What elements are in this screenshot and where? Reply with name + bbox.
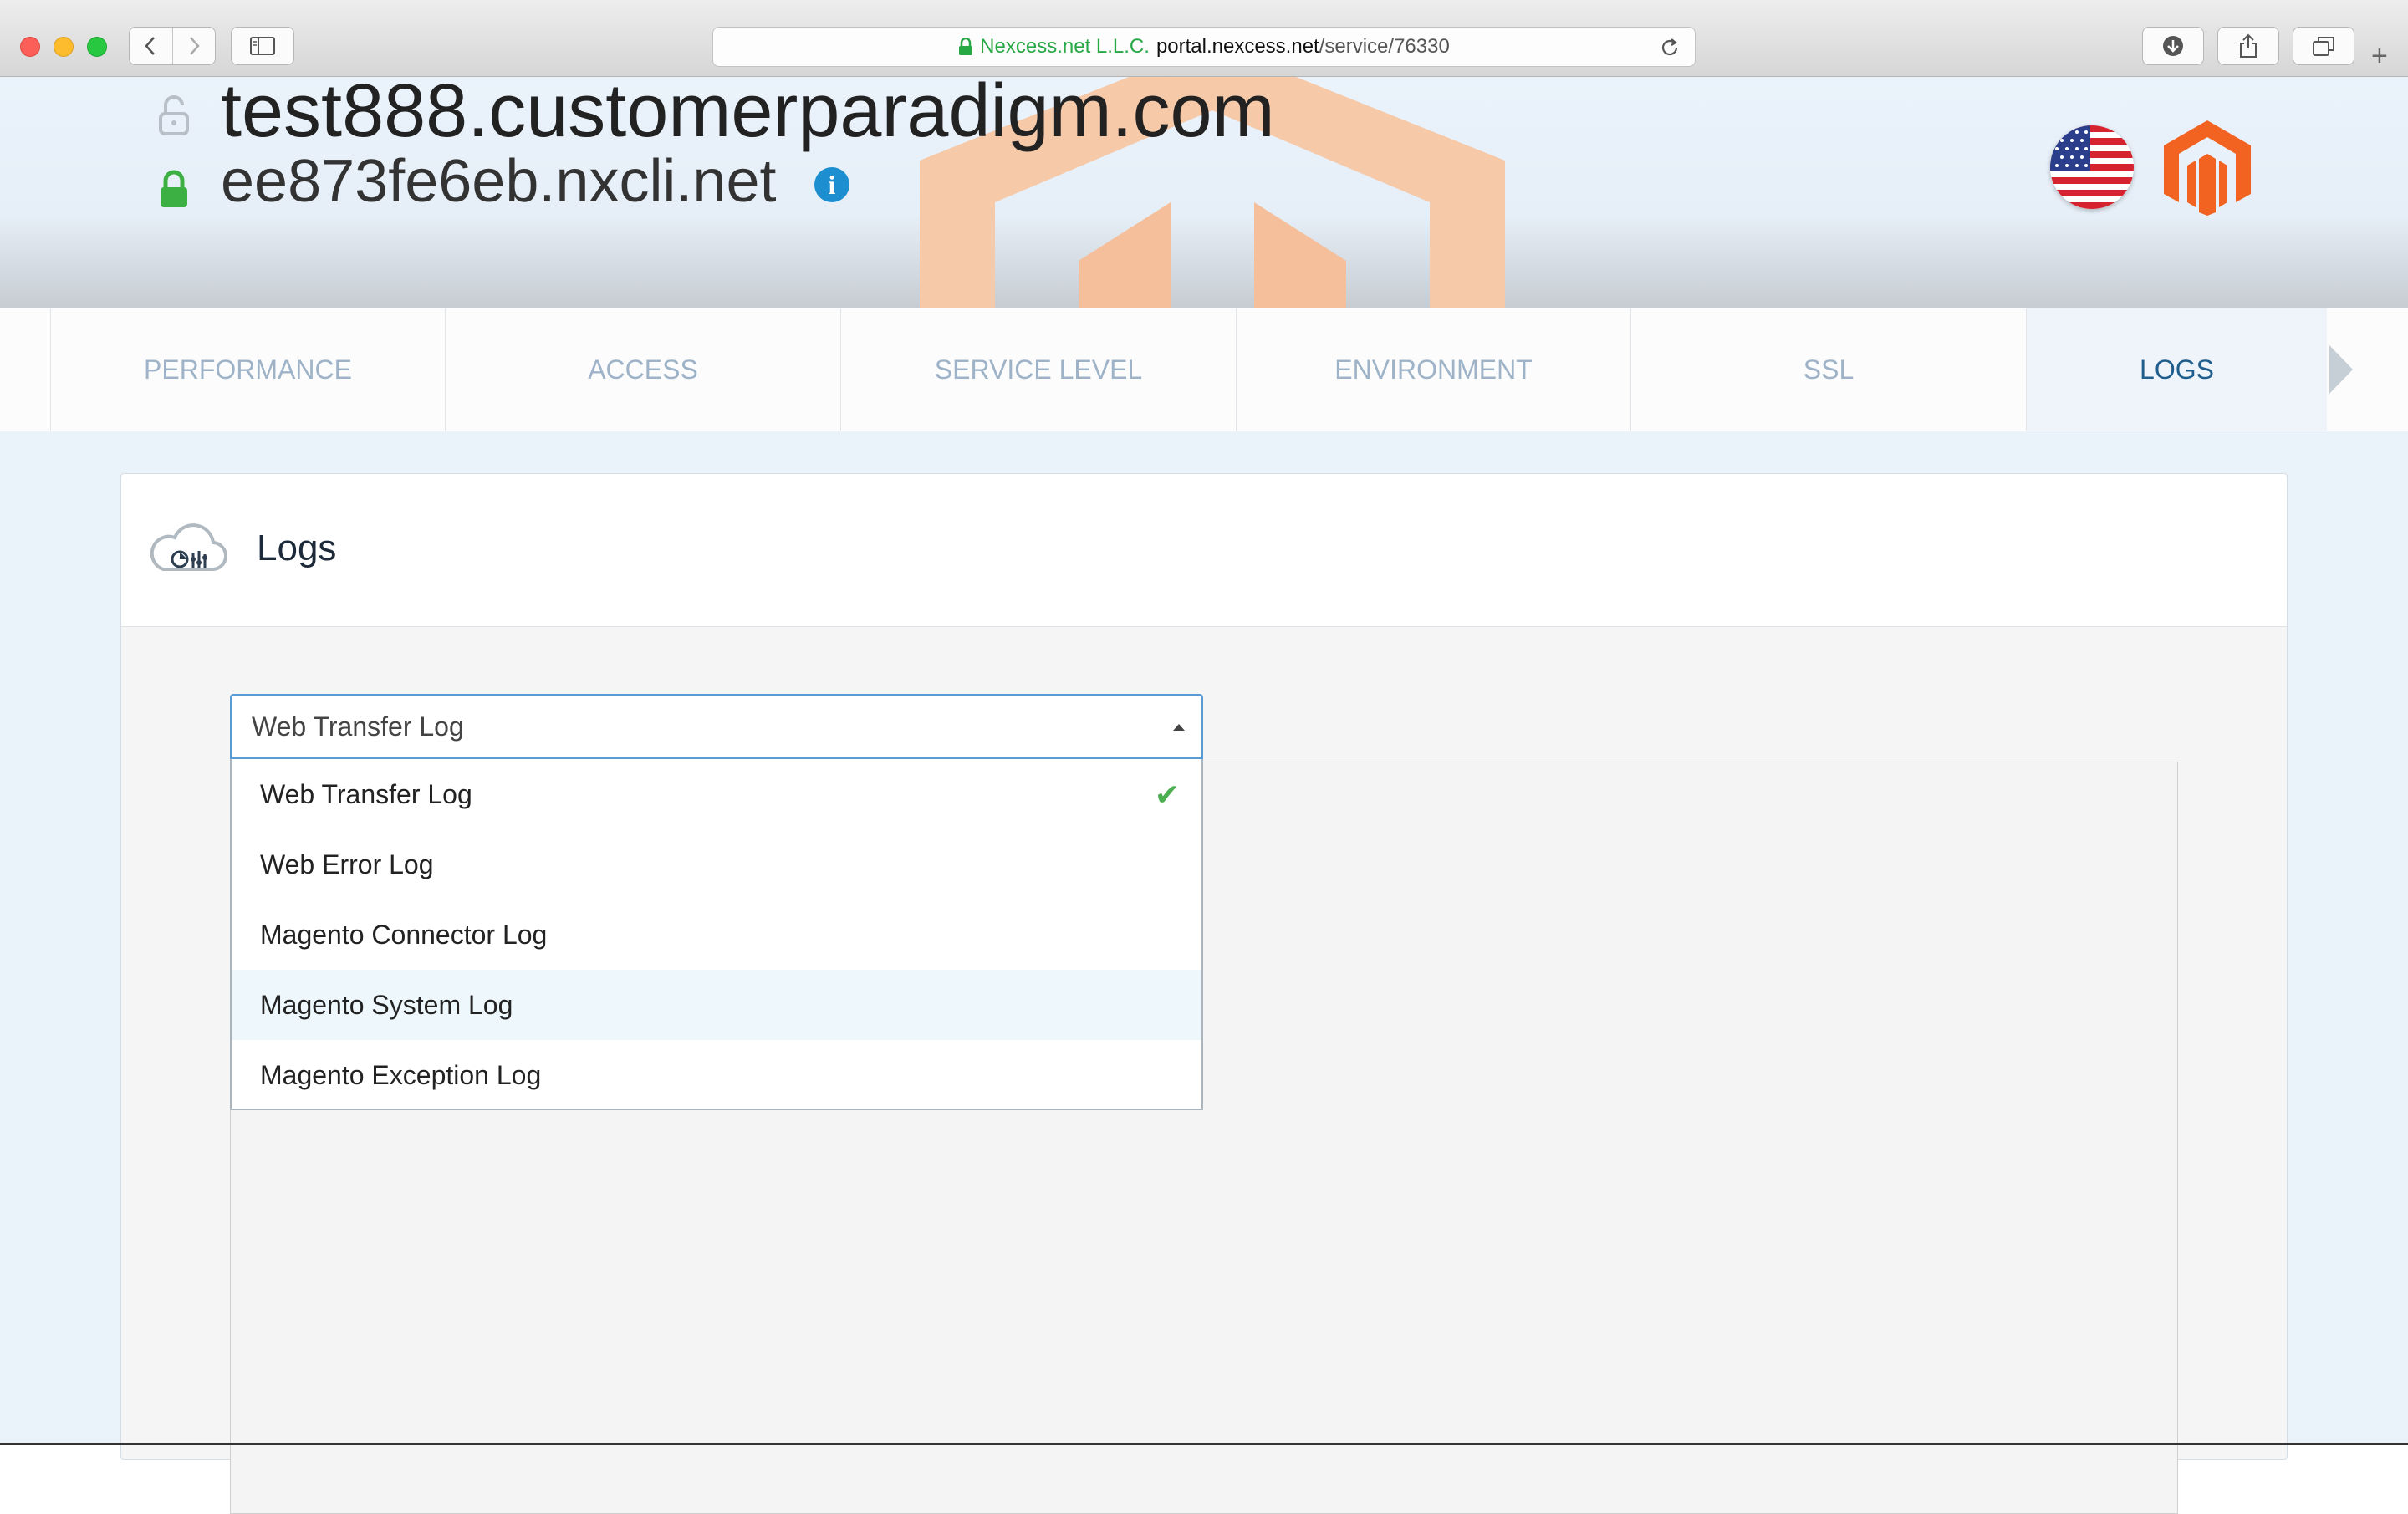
secure-lock-icon xyxy=(161,170,187,207)
service-tabs: PERFORMANCE ACCESS SERVICE LEVEL ENVIRON… xyxy=(0,308,2408,431)
secure-lock-icon xyxy=(959,38,973,55)
tabs-icon xyxy=(2313,37,2334,56)
downloads-button[interactable] xyxy=(2142,27,2204,65)
chevron-left-icon xyxy=(145,37,156,55)
tab-service-level[interactable]: SERVICE LEVEL xyxy=(840,308,1236,431)
scroll-right-arrow-icon[interactable] xyxy=(2326,342,2356,397)
magento-logo-icon[interactable] xyxy=(2164,120,2251,216)
unlocked-lock-icon xyxy=(159,95,189,135)
history-nav xyxy=(129,27,216,65)
tab-environment[interactable]: ENVIRONMENT xyxy=(1236,308,1630,431)
tab-performance[interactable]: PERFORMANCE xyxy=(50,308,445,431)
url-host: portal.nexcess.net xyxy=(1156,35,1319,58)
certificate-owner: Nexcess.net L.L.C. xyxy=(980,35,1150,58)
forward-button[interactable] xyxy=(171,28,216,64)
primary-domain: test888.customerparadigm.com xyxy=(221,77,1275,153)
new-tab-button[interactable]: + xyxy=(2371,42,2388,70)
us-flag-icon[interactable] xyxy=(2050,125,2134,209)
log-type-dropdown-menu: Web Transfer Log ✔ Web Error Log Magento… xyxy=(230,759,1203,1110)
browser-toolbar: Nexcess.net L.L.C. portal.nexcess.net/se… xyxy=(0,0,2408,77)
panel-title: Logs xyxy=(257,528,337,568)
address-bar[interactable]: Nexcess.net L.L.C. portal.nexcess.net/se… xyxy=(712,27,1696,67)
option-label: Magento Connector Log xyxy=(260,919,548,950)
site-header: test888.customerparadigm.com ee873fe6eb.… xyxy=(0,77,2408,308)
option-magento-system-log[interactable]: Magento System Log xyxy=(232,970,1201,1040)
url-path: /service/76330 xyxy=(1319,35,1450,58)
tabs-overview-button[interactable] xyxy=(2293,27,2354,65)
zoom-window-button[interactable] xyxy=(87,37,107,57)
sidebar-icon xyxy=(250,37,275,55)
option-magento-connector-log[interactable]: Magento Connector Log xyxy=(232,900,1201,970)
tab-access[interactable]: ACCESS xyxy=(445,308,840,431)
close-window-button[interactable] xyxy=(20,37,40,57)
window-bottom-edge xyxy=(0,1443,2408,1445)
tab-logs[interactable]: LOGS xyxy=(2026,308,2327,431)
minimize-window-button[interactable] xyxy=(54,37,74,57)
secondary-domain: ee873fe6eb.nxcli.net xyxy=(221,148,777,215)
log-type-select[interactable]: Web Transfer Log xyxy=(230,694,1203,759)
checkmark-icon: ✔ xyxy=(1154,777,1180,812)
option-magento-exception-log[interactable]: Magento Exception Log xyxy=(232,1040,1201,1110)
option-web-transfer-log[interactable]: Web Transfer Log ✔ xyxy=(232,759,1201,829)
selected-log-type: Web Transfer Log xyxy=(252,711,464,742)
option-label: Web Error Log xyxy=(260,849,434,879)
share-button[interactable] xyxy=(2217,27,2279,65)
panel-header: Logs xyxy=(121,474,2287,627)
back-button[interactable] xyxy=(130,28,172,64)
sidebar-toggle-button[interactable] xyxy=(231,27,294,65)
tab-ssl[interactable]: SSL xyxy=(1630,308,2026,431)
download-icon xyxy=(2163,36,2183,56)
option-label: Web Transfer Log xyxy=(260,778,472,809)
share-icon xyxy=(2240,33,2257,58)
caret-up-icon xyxy=(1173,724,1185,731)
option-label: Magento Exception Log xyxy=(260,1059,542,1090)
option-label: Magento System Log xyxy=(260,989,513,1020)
reload-icon[interactable] xyxy=(1658,36,1681,59)
info-icon[interactable]: i xyxy=(814,167,849,202)
chevron-right-icon xyxy=(189,37,200,55)
option-web-error-log[interactable]: Web Error Log xyxy=(232,829,1201,900)
cloud-logs-icon xyxy=(150,523,227,572)
